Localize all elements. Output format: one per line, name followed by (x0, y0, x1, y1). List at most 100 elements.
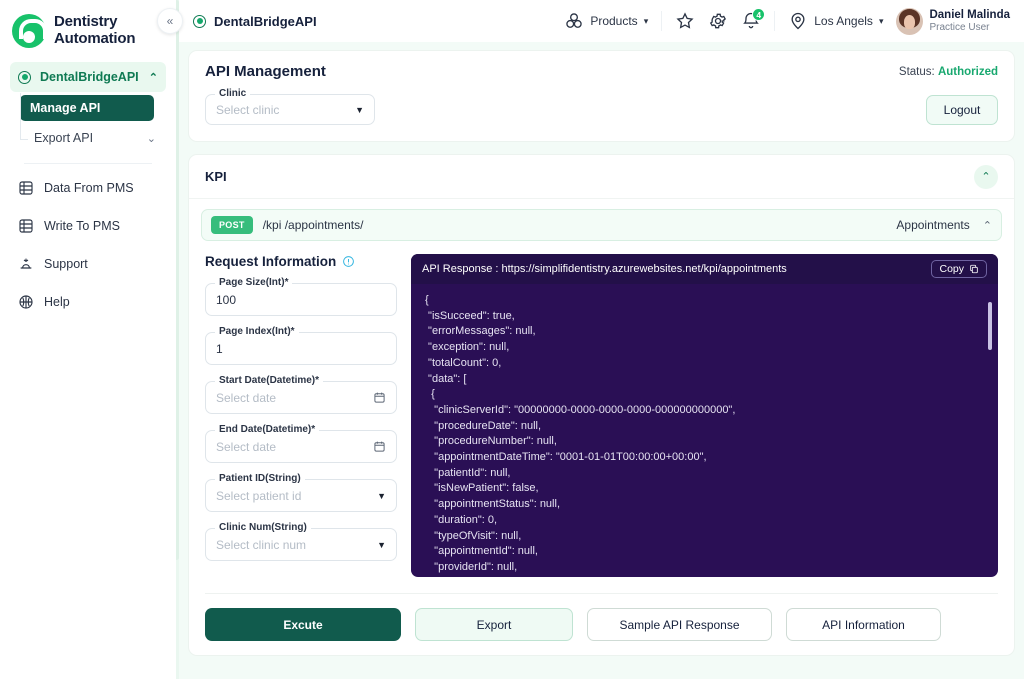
patient-id-select[interactable]: Patient ID(String) Select patient id ▼ (205, 473, 397, 512)
brand-logo[interactable]: Dentistry Automation (0, 0, 176, 62)
user-info: Daniel Malinda Practice User (929, 8, 1010, 35)
products-menu[interactable]: Products ▾ (564, 11, 648, 31)
sidebar-item-manage-api[interactable]: Manage API (20, 95, 154, 121)
chevron-down-icon[interactable]: ▼ (377, 540, 386, 550)
brand-line-1: Dentistry (54, 13, 118, 31)
topbar: DentalBridgeAPI Products ▾ 4 Los Angels … (179, 0, 1024, 42)
patient-id-label: Patient ID(String) (215, 473, 305, 484)
sidebar-divider (24, 163, 152, 164)
chevron-down-icon[interactable]: ▼ (355, 105, 364, 115)
sidebar-subnav: Manage API Export API ⌄ (10, 93, 166, 151)
sidebar: Dentistry Automation DentalBridgeAPI ⌃ M… (0, 0, 176, 679)
info-icon[interactable] (342, 255, 355, 268)
api-response-pane: API Response : https://simplifidentistry… (411, 254, 998, 577)
copy-icon (969, 264, 979, 274)
response-scrollbar-thumb[interactable] (988, 302, 992, 350)
topbar-actions: Products ▾ 4 Los Angels ▾ Daniel Malinda… (564, 7, 1010, 35)
sidebar-item-data-from-pms[interactable]: Data From PMS (10, 172, 166, 204)
endpoint-row-appointments[interactable]: POST /kpi /appointments/ Appointments ⌃ (201, 209, 1002, 241)
chevron-down-icon[interactable]: ▾ (879, 16, 884, 27)
chevron-down-icon[interactable]: ▾ (644, 16, 649, 27)
status-value: Authorized (937, 65, 998, 78)
chevron-down-icon[interactable]: ▼ (377, 491, 386, 501)
sample-api-response-button[interactable]: Sample API Response (587, 608, 772, 641)
products-icon (564, 11, 584, 31)
gear-icon[interactable] (708, 11, 728, 31)
status-badge: Status: Authorized (899, 66, 998, 78)
brand-line-2: Automation (54, 30, 136, 47)
sidebar-item-label: DentalBridgeAPI (40, 70, 139, 84)
end-date-input[interactable]: End Date(Datetime)* Select date (205, 424, 397, 463)
clinic-row: Clinic Select clinic ▼ Logout (205, 88, 998, 125)
sidebar-item-label: Support (44, 257, 88, 271)
database-in-icon (18, 180, 34, 196)
request-response-panes: Request Information Page Size(Int)* 100 … (201, 254, 1002, 577)
location-selector[interactable]: Los Angels ▾ (788, 11, 883, 31)
page-size-value: 100 (216, 292, 237, 307)
topbar-title: DentalBridgeAPI (193, 14, 317, 29)
sidebar-subitem-label: Manage API (30, 101, 101, 115)
user-role: Practice User (929, 21, 990, 33)
star-icon[interactable] (675, 11, 695, 31)
clinic-label: Clinic (215, 88, 251, 99)
target-icon (18, 70, 31, 84)
clinic-num-placeholder: Select clinic num (216, 537, 307, 552)
sidebar-subitem-label: Export API (34, 131, 94, 145)
execute-button[interactable]: Excute (205, 608, 401, 641)
kpi-title: KPI (205, 169, 227, 184)
topbar-title-label: DentalBridgeAPI (214, 13, 317, 29)
page-index-label: Page Index(Int)* (215, 326, 299, 337)
clinic-num-select[interactable]: Clinic Num(String) Select clinic num ▼ (205, 522, 397, 561)
kpi-header[interactable]: KPI ⌃ (189, 155, 1014, 199)
sidebar-nav: DentalBridgeAPI ⌃ Manage API Export API … (0, 62, 176, 172)
request-information-pane: Request Information Page Size(Int)* 100 … (205, 254, 397, 577)
copy-label: Copy (939, 263, 964, 275)
brand-name: Dentistry Automation (54, 13, 136, 48)
request-information-header: Request Information (205, 254, 397, 269)
topbar-divider (774, 11, 776, 31)
sidebar-item-help[interactable]: Help (10, 286, 166, 318)
logout-button[interactable]: Logout (926, 94, 998, 125)
sidebar-item-support[interactable]: Support (10, 248, 166, 280)
target-icon (193, 14, 206, 28)
dentistry-automation-logo-icon (12, 14, 47, 48)
bell-icon[interactable]: 4 (741, 8, 766, 31)
sidebar-collapse-button[interactable]: « (157, 8, 183, 34)
api-response-url: API Response : https://simplifidentistry… (422, 263, 787, 275)
action-buttons: Excute Export Sample API Response API In… (201, 594, 1002, 641)
export-button[interactable]: Export (415, 608, 573, 641)
http-method-badge: POST (211, 216, 253, 234)
sidebar-item-write-to-pms[interactable]: Write To PMS (10, 210, 166, 242)
end-date-label: End Date(Datetime)* (215, 424, 320, 435)
page-size-label: Page Size(Int)* (215, 277, 293, 288)
chevron-up-icon[interactable]: ⌃ (983, 219, 992, 232)
products-label: Products (590, 14, 638, 28)
sidebar-item-dentalbridgeapi[interactable]: DentalBridgeAPI ⌃ (10, 62, 166, 92)
page-index-input[interactable]: Page Index(Int)* 1 (205, 326, 397, 365)
chevron-up-icon[interactable]: ⌃ (149, 71, 158, 84)
user-menu[interactable]: Daniel Malinda Practice User (896, 7, 1010, 35)
kpi-card: KPI ⌃ POST /kpi /appointments/ Appointme… (188, 154, 1015, 656)
chevron-down-icon[interactable]: ⌄ (147, 132, 156, 145)
user-name: Daniel Malinda (929, 8, 1010, 21)
kpi-collapse-chevron-up-icon[interactable]: ⌃ (974, 164, 998, 189)
support-icon (18, 256, 34, 272)
copy-button[interactable]: Copy (931, 260, 987, 278)
location-label: Los Angels (814, 14, 873, 28)
request-information-title: Request Information (205, 254, 337, 269)
clinic-select[interactable]: Clinic Select clinic ▼ (205, 88, 375, 125)
api-response-panel: API Response : https://simplifidentistry… (411, 254, 998, 577)
end-date-placeholder: Select date (216, 439, 277, 454)
clinic-num-label: Clinic Num(String) (215, 522, 311, 533)
start-date-input[interactable]: Start Date(Datetime)* Select date (205, 375, 397, 414)
page-size-input[interactable]: Page Size(Int)* 100 (205, 277, 397, 316)
location-pin-icon (788, 11, 808, 31)
endpoint-tag: Appointments (896, 218, 970, 232)
start-date-placeholder: Select date (216, 390, 277, 405)
calendar-icon[interactable] (373, 440, 386, 453)
sidebar-item-export-api[interactable]: Export API ⌄ (24, 125, 166, 151)
calendar-icon[interactable] (373, 391, 386, 404)
api-management-card: API Management Status: Authorized Clinic… (188, 50, 1015, 142)
api-information-button[interactable]: API Information (786, 608, 941, 641)
start-date-label: Start Date(Datetime)* (215, 375, 324, 386)
